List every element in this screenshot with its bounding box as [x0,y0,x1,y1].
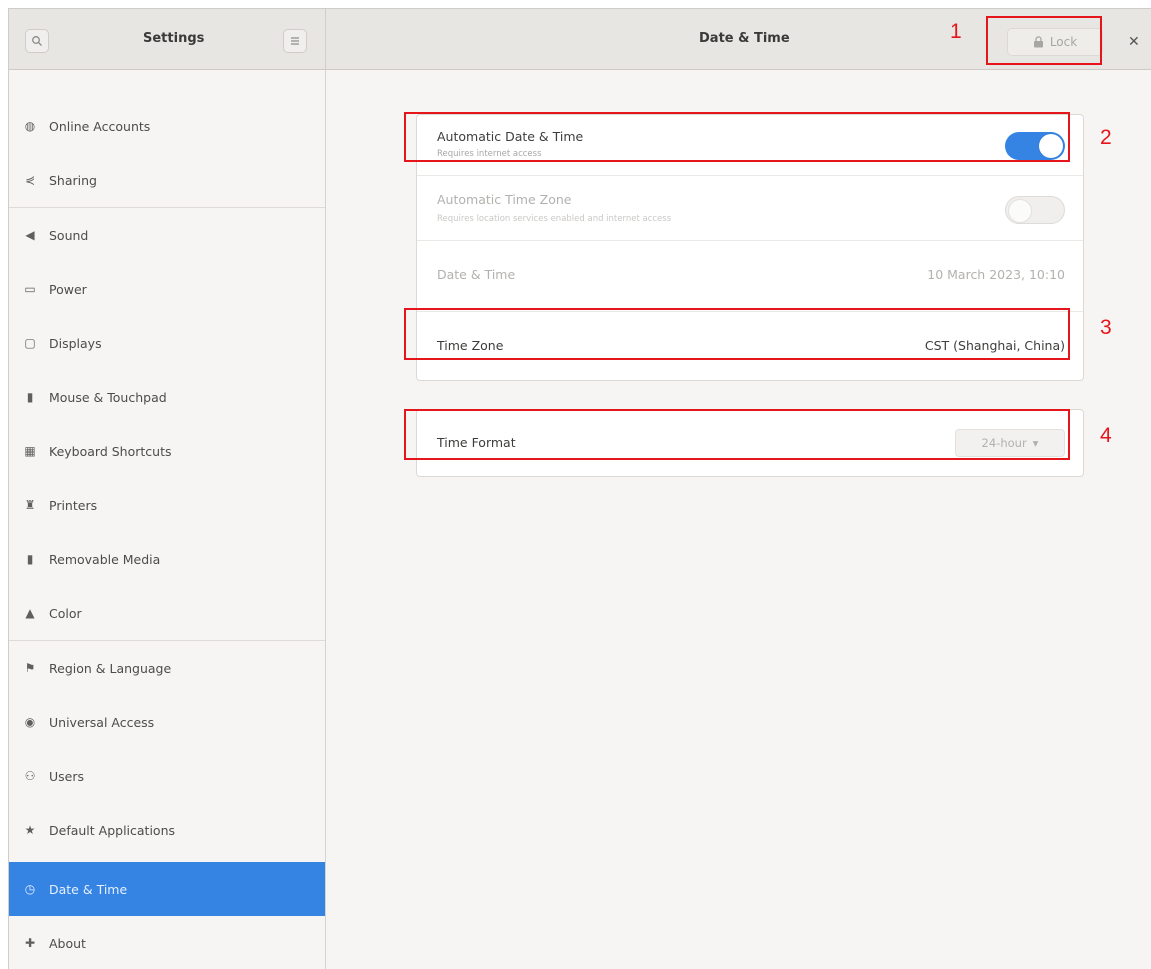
annotation-number-1: 1 [950,20,962,43]
sidebar-item-label: About [49,935,86,951]
sidebar-item-label: Universal Access [49,714,155,730]
sidebar-item-label: Displays [49,335,102,351]
sidebar-item-label: Printers [49,497,98,513]
sidebar-item-label: Default Applications [49,822,176,838]
close-icon[interactable]: ✕ [1128,34,1140,50]
sidebar-item-universal-access[interactable]: ◉ Universal Access [9,695,325,749]
mouse-icon: ▮ [26,390,34,404]
automatic-time-zone-label: Automatic Time Zone [437,192,572,207]
sidebar-item-label: Date & Time [49,881,128,897]
annotation-box-2 [404,112,1070,162]
sidebar-item-users[interactable]: ⚇ Users [9,749,325,803]
sidebar-item-label: Sharing [49,172,97,188]
sidebar-item-label: Mouse & Touchpad [49,389,167,405]
usb-icon: ▮ [26,552,34,566]
clock-icon: ◷ [24,882,36,896]
sidebar-item-printers[interactable]: ♜ Printers [9,478,325,532]
menu-button[interactable] [283,29,307,53]
sidebar-item-color[interactable]: ▲ Color [9,586,325,640]
color-icon: ▲ [25,606,35,620]
date-time-value: 10 March 2023, 10:10 [927,267,1065,282]
monitor-icon: ▢ [24,336,36,350]
date-time-label: Date & Time [437,267,516,282]
app-title: Settings [143,31,205,46]
star-icon: ★ [24,823,36,837]
sidebar: ◍ Online Accounts ⋞ Sharing ◀ Sound ▭ Po… [9,70,326,969]
users-icon: ⚇ [24,769,36,783]
info-icon: ✚ [24,936,36,950]
sidebar-item-label: Color [49,605,82,621]
sidebar-item-online-accounts[interactable]: ◍ Online Accounts [9,99,325,153]
sidebar-item-about[interactable]: ✚ About [9,916,325,969]
switch-knob [1008,199,1032,223]
sidebar-item-label: Keyboard Shortcuts [49,443,172,459]
sidebar-item-displays[interactable]: ▢ Displays [9,316,325,370]
sidebar-item-default-applications[interactable]: ★ Default Applications [9,803,325,857]
sidebar-item-removable-media[interactable]: ▮ Removable Media [9,532,325,586]
accessibility-icon: ◉ [24,715,36,729]
automatic-time-zone-row[interactable]: Automatic Time Zone Requires location se… [417,176,1083,241]
annotation-box-4 [404,409,1070,460]
annotation-number-3: 3 [1100,316,1112,339]
sidebar-header: Settings [9,9,326,69]
annotation-box-1 [986,16,1102,65]
flag-icon: ⚑ [24,661,36,675]
sidebar-item-label: Sound [49,227,89,243]
keyboard-icon: ▦ [24,444,36,458]
automatic-time-zone-subtitle: Requires location services enabled and i… [437,214,672,224]
sidebar-item-label: Removable Media [49,551,161,567]
share-icon: ⋞ [24,173,36,187]
search-icon [32,36,42,46]
sidebar-item-label: Region & Language [49,660,172,676]
sidebar-item-mouse-touchpad[interactable]: ▮ Mouse & Touchpad [9,370,325,424]
annotation-number-2: 2 [1100,126,1112,149]
printer-icon: ♜ [24,498,36,512]
page-title: Date & Time [699,31,790,46]
sidebar-item-date-time[interactable]: ◷ Date & Time [9,862,325,916]
header-bar: Settings Date & Time Lock ✕ [9,9,1151,70]
annotation-number-4: 4 [1100,424,1112,447]
date-time-panel: Automatic Date & Time Requires internet … [326,70,1151,969]
annotation-box-3 [404,308,1070,360]
automatic-time-zone-switch[interactable] [1005,196,1065,224]
globe-icon: ◍ [24,119,36,133]
sidebar-item-label: Users [49,768,85,784]
battery-icon: ▭ [24,282,36,296]
sidebar-item-sound[interactable]: ◀ Sound [9,208,325,262]
sidebar-item-keyboard-shortcuts[interactable]: ▦ Keyboard Shortcuts [9,424,325,478]
sidebar-item-sharing[interactable]: ⋞ Sharing [9,153,325,207]
search-button[interactable] [25,29,49,53]
sidebar-item-power[interactable]: ▭ Power [9,262,325,316]
speaker-icon: ◀ [25,228,35,242]
sidebar-item-label: Online Accounts [49,118,151,134]
sidebar-item-region-language[interactable]: ⚑ Region & Language [9,641,325,695]
date-time-row[interactable]: Date & Time 10 March 2023, 10:10 [417,241,1083,312]
sidebar-item-label: Power [49,281,87,297]
hamburger-menu-icon [291,37,299,45]
